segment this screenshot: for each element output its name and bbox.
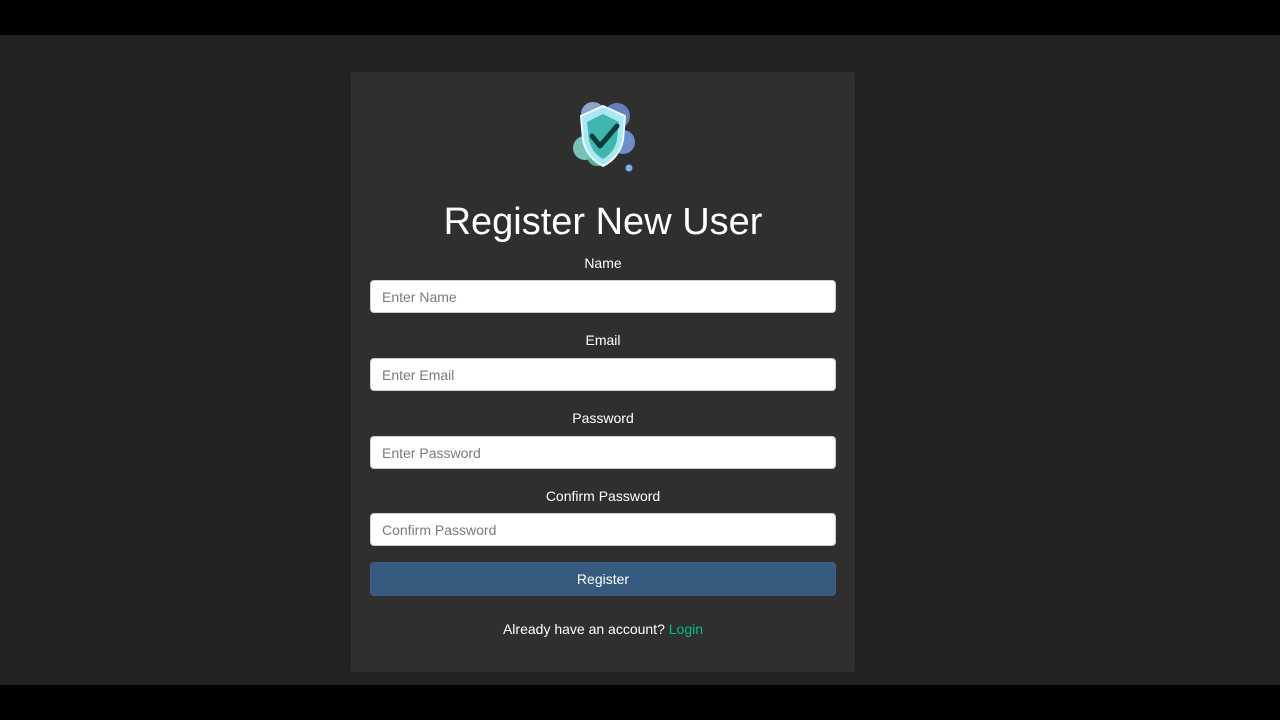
register-button[interactable]: Register	[370, 562, 836, 596]
login-link[interactable]: Login	[669, 621, 703, 637]
login-prompt: Already have an account? Login	[351, 620, 855, 638]
page-title: Register New User	[443, 201, 763, 243]
letterbox-top	[0, 0, 1280, 35]
page-background: Register New User Name Email Password Co…	[0, 35, 1280, 685]
email-input[interactable]	[370, 358, 836, 391]
confirm-password-label: Confirm Password	[545, 488, 661, 504]
password-label: Password	[572, 410, 634, 426]
email-label: Email	[585, 332, 621, 348]
letterbox-bottom	[0, 685, 1280, 720]
name-label: Name	[584, 255, 622, 271]
shield-check-icon	[567, 96, 639, 176]
password-input[interactable]	[370, 436, 836, 469]
name-input[interactable]	[370, 280, 836, 313]
login-prompt-text: Already have an account?	[502, 621, 665, 637]
register-card: Register New User Name Email Password Co…	[351, 72, 855, 672]
confirm-password-input[interactable]	[370, 513, 836, 546]
